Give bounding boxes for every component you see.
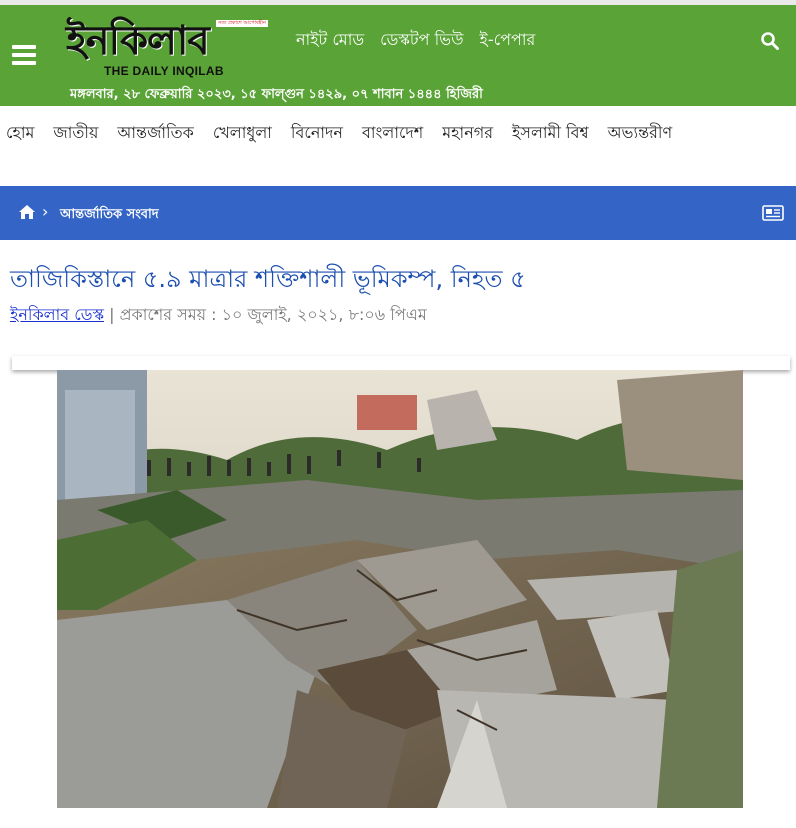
nav-item-domestic[interactable]: অভ্যন্তরীণ: [608, 120, 673, 147]
main-nav: হোম জাতীয় আন্তর্জাতিক খেলাধুলা বিনোদন ব…: [0, 106, 796, 154]
hamburger-icon[interactable]: [12, 45, 36, 65]
published-label: প্রকাশের সময় :: [119, 305, 217, 324]
published-time: ১০ জুলাই, ২০২১, ৮:০৬ পিএম: [221, 305, 427, 324]
search-icon[interactable]: [760, 31, 780, 51]
content-divider: [12, 356, 790, 370]
header-date: মঙ্গলবার, ২৮ ফেব্রুয়ারি ২০২৩, ১৫ ফাল্গু…: [70, 87, 483, 102]
nav-item-sports[interactable]: খেলাধুলা: [213, 120, 272, 147]
site-header: ইনকিলাব সত্য প্রকাশে আপোষহীন THE DAILY I…: [0, 5, 796, 106]
breadcrumb-category[interactable]: আন্তর্জাতিক সংবাদ: [60, 205, 159, 226]
nav-item-entertainment[interactable]: বিনোদন: [291, 120, 343, 147]
header-links: নাইট মোড ডেস্কটপ ভিউ ই-পেপার: [296, 27, 535, 54]
night-mode-link[interactable]: নাইট মোড: [296, 27, 364, 54]
nav-item-metro[interactable]: মহানগর: [442, 120, 493, 147]
byline-separator: |: [109, 305, 115, 324]
chevron-right-icon: ›: [42, 202, 49, 221]
logo-bangla: ইনকিলাব: [66, 18, 210, 64]
nav-item-international[interactable]: আন্তর্জাতিক: [117, 120, 193, 147]
article-image[interactable]: [57, 370, 743, 808]
home-icon[interactable]: [18, 204, 36, 220]
site-logo[interactable]: ইনকিলাব সত্য প্রকাশে আপোষহীন THE DAILY I…: [66, 17, 278, 79]
article-byline: ইনকিলাব ডেস্ক | প্রকাশের সময় : ১০ জুলাই…: [10, 302, 427, 329]
author-link[interactable]: ইনকিলাব ডেস্ক: [10, 305, 104, 324]
nav-item-home[interactable]: হোম: [6, 120, 34, 147]
nav-item-islamic-world[interactable]: ইসলামী বিশ্ব: [512, 120, 589, 147]
desktop-view-link[interactable]: ডেস্কটপ ভিউ: [380, 27, 463, 54]
breadcrumb: › আন্তর্জাতিক সংবাদ: [0, 186, 796, 240]
nav-item-national[interactable]: জাতীয়: [53, 120, 98, 147]
newspaper-icon[interactable]: [762, 205, 784, 221]
logo-english: THE DAILY INQILAB: [104, 64, 224, 78]
article-headline: তাজিকিস্তানে ৫.৯ মাত্রার শক্তিশালী ভূমিক…: [10, 265, 526, 293]
epaper-link[interactable]: ই-পেপার: [480, 27, 536, 54]
logo-tagline: সত্য প্রকাশে আপোষহীন: [216, 20, 268, 27]
nav-item-bangladesh[interactable]: বাংলাদেশ: [362, 120, 423, 147]
